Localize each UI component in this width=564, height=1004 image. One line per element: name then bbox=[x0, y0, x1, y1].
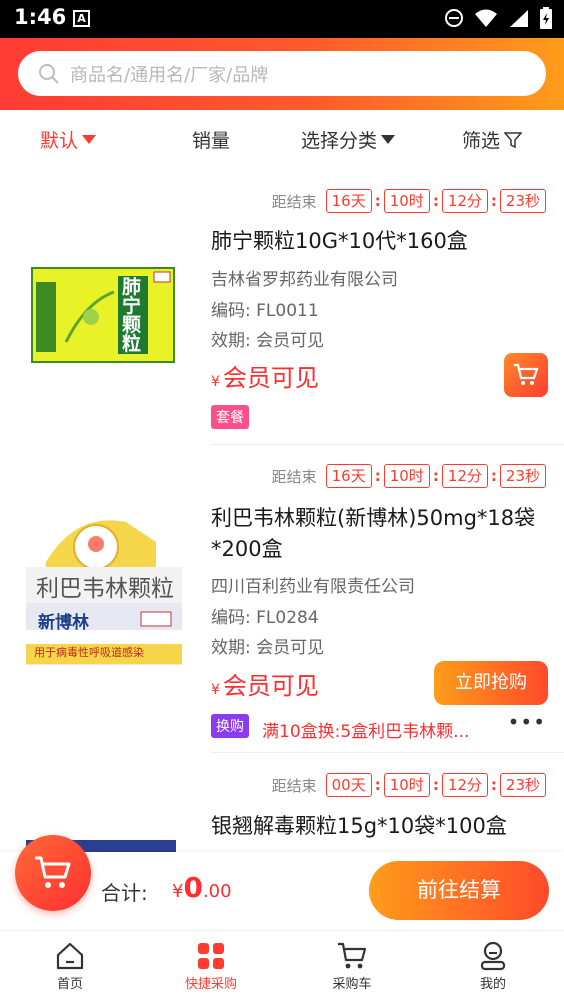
tab-category-label: 选择分类 bbox=[301, 130, 378, 152]
countdown-hours: 10时 bbox=[383, 464, 430, 488]
box-brand: 新博林 bbox=[38, 613, 89, 633]
total-amount: ¥ 0 .00 bbox=[172, 871, 232, 904]
nav-profile[interactable]: 我的 bbox=[443, 939, 543, 992]
wifi-icon bbox=[475, 9, 497, 27]
product-name[interactable]: 利巴韦林颗粒(新博林)50mg*18袋*200盒 bbox=[211, 503, 551, 565]
promo-text[interactable]: 满10盒换:5盒利巴韦林颗... bbox=[262, 717, 469, 742]
nav-home-label: 首页 bbox=[56, 977, 83, 992]
nav-quick-purchase[interactable]: 快捷采购 bbox=[161, 939, 261, 992]
battery-icon bbox=[540, 7, 552, 29]
price-text: 会员可见 bbox=[222, 672, 319, 700]
search-input[interactable]: 商品名/通用名/厂家/品牌 bbox=[70, 61, 268, 87]
countdown-seconds: 23秒 bbox=[499, 773, 546, 797]
countdown-minutes: 12分 bbox=[441, 189, 488, 213]
nav-cart[interactable]: 采购车 bbox=[302, 939, 402, 992]
countdown-seconds: 23秒 bbox=[499, 464, 546, 488]
product-expiry: 效期: 会员可见 bbox=[211, 638, 325, 658]
status-bar: 1:46 A bbox=[0, 0, 564, 38]
total-decimal: .00 bbox=[202, 881, 232, 902]
nav-cart-label: 采购车 bbox=[332, 977, 372, 992]
bottom-nav: 首页 快捷采购 采购车 我的 bbox=[0, 930, 564, 1004]
total-integer: 0 bbox=[183, 871, 203, 904]
caret-down-icon bbox=[381, 135, 396, 144]
tab-category[interactable]: 选择分类 bbox=[301, 126, 396, 153]
user-icon bbox=[480, 941, 506, 971]
countdown-days: 00天 bbox=[325, 773, 372, 797]
divider bbox=[211, 444, 564, 445]
nav-home[interactable]: 首页 bbox=[20, 939, 120, 992]
product-maker: 四川百利药业有限责任公司 bbox=[211, 577, 415, 597]
total-label: 合计: bbox=[101, 881, 148, 905]
dnd-icon bbox=[445, 9, 463, 27]
product-price: ¥ 会员可见 bbox=[211, 666, 319, 701]
cart-icon bbox=[338, 942, 367, 969]
currency-symbol: ¥ bbox=[211, 682, 220, 698]
divider bbox=[211, 752, 564, 753]
countdown-label: 距结束 bbox=[271, 776, 317, 795]
status-icons bbox=[444, 7, 552, 29]
app-screen: 1:46 A 商品名/通用名/厂家/品牌 默认 销量 选择分类 筛选 距结束 1… bbox=[0, 0, 564, 1004]
countdown-hours: 10时 bbox=[383, 773, 430, 797]
countdown-seconds: 23秒 bbox=[499, 189, 546, 213]
tab-sales-label: 销量 bbox=[192, 130, 231, 152]
countdown-minutes: 12分 bbox=[441, 464, 488, 488]
product-maker: 吉林省罗邦药业有限公司 bbox=[211, 270, 398, 290]
countdown: 距结束 00天 : 10时 : 12分 : 23秒 bbox=[272, 773, 546, 797]
tag-exchange: 换购 bbox=[211, 714, 249, 738]
currency-symbol: ¥ bbox=[211, 374, 220, 390]
more-icon[interactable]: ••• bbox=[508, 710, 546, 734]
product-code: 编码: FL0284 bbox=[211, 608, 319, 628]
product-price: ¥ 会员可见 bbox=[211, 358, 319, 393]
product-expiry: 效期: 会员可见 bbox=[211, 331, 325, 351]
home-icon bbox=[56, 942, 84, 970]
box-text: 肺宁颗粒 bbox=[122, 276, 142, 355]
countdown-label: 距结束 bbox=[271, 467, 317, 486]
countdown-days: 16天 bbox=[325, 464, 372, 488]
signal-icon bbox=[510, 10, 528, 27]
tab-filter-label: 筛选 bbox=[462, 130, 501, 152]
cart-button[interactable] bbox=[15, 835, 91, 911]
filter-icon bbox=[504, 131, 523, 148]
add-to-cart-button[interactable] bbox=[504, 353, 548, 397]
search-bar[interactable]: 商品名/通用名/厂家/品牌 bbox=[18, 51, 546, 96]
price-text: 会员可见 bbox=[222, 364, 319, 392]
tab-filter[interactable]: 筛选 bbox=[462, 126, 523, 153]
total-currency: ¥ bbox=[172, 881, 184, 902]
grid-icon bbox=[198, 943, 224, 969]
cart-icon bbox=[35, 856, 71, 888]
caret-down-icon bbox=[82, 135, 97, 144]
tab-sales[interactable]: 销量 bbox=[192, 126, 230, 153]
countdown-label: 距结束 bbox=[271, 192, 317, 211]
product-name[interactable]: 银翘解毒颗粒15g*10袋*100盒 bbox=[211, 811, 551, 842]
countdown: 距结束 16天 : 10时 : 12分 : 23秒 bbox=[272, 464, 546, 488]
nav-profile-label: 我的 bbox=[479, 977, 506, 992]
countdown-minutes: 12分 bbox=[441, 773, 488, 797]
tab-default[interactable]: 默认 bbox=[40, 126, 97, 153]
countdown-days: 16天 bbox=[325, 189, 372, 213]
tab-default-label: 默认 bbox=[40, 130, 79, 152]
search-icon bbox=[39, 63, 59, 84]
product-image[interactable]: 肺宁颗粒 bbox=[26, 262, 182, 370]
nav-quick-purchase-label: 快捷采购 bbox=[184, 977, 237, 992]
box-desc: 用于病毒性呼吸道感染 bbox=[34, 646, 144, 659]
countdown-hours: 10时 bbox=[383, 189, 430, 213]
product-code: 编码: FL0011 bbox=[211, 301, 319, 321]
cart-icon bbox=[514, 363, 539, 385]
countdown: 距结束 16天 : 10时 : 12分 : 23秒 bbox=[272, 189, 546, 213]
box-text: 利巴韦林颗粒 bbox=[36, 576, 174, 602]
tag-combo: 套餐 bbox=[211, 405, 249, 429]
product-image[interactable]: 利巴韦林颗粒 新博林 用于病毒性呼吸道感染 bbox=[26, 512, 184, 674]
buy-now-button[interactable]: 立即抢购 bbox=[434, 661, 548, 705]
notification-a-icon: A bbox=[73, 10, 90, 27]
status-time: 1:46 bbox=[14, 5, 67, 29]
checkout-button[interactable]: 前往结算 bbox=[369, 861, 549, 920]
product-name[interactable]: 肺宁颗粒10G*10代*160盒 bbox=[211, 226, 551, 257]
